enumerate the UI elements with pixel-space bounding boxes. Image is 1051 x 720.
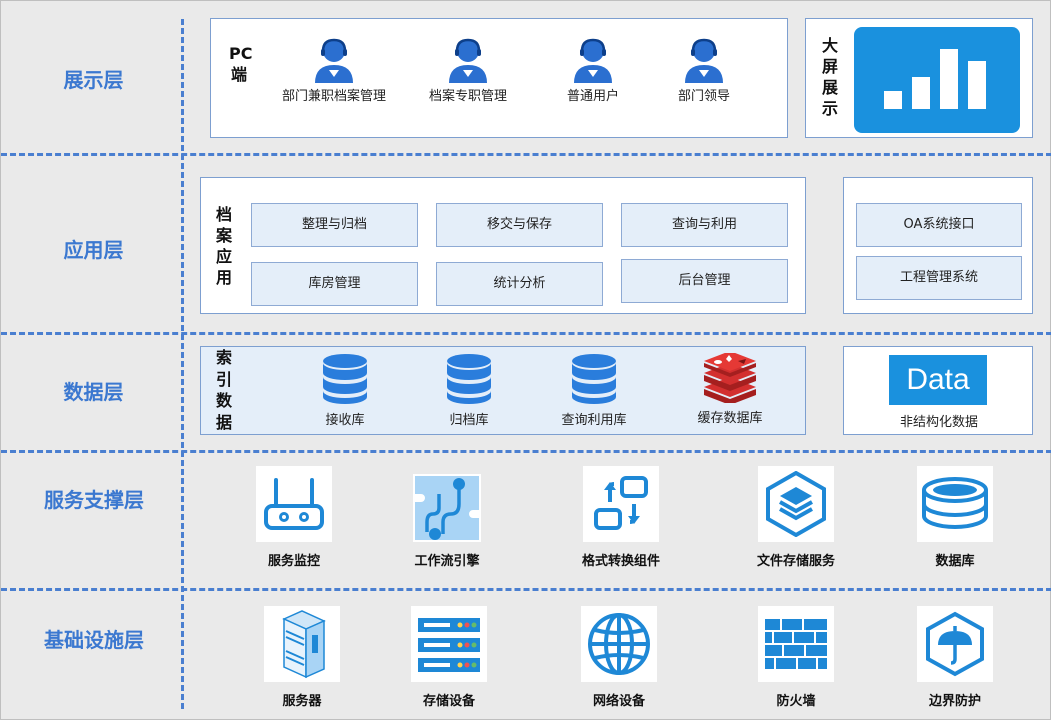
user-icon xyxy=(685,38,723,83)
architecture-diagram: 展示层 应用层 数据层 服务支撑层 基础设施层 PC端 部门兼职档案管理 档案专… xyxy=(0,0,1051,720)
file-storage-icon xyxy=(766,471,826,537)
convert-icon xyxy=(594,476,648,530)
infra-label: 防火墙 xyxy=(776,694,816,709)
service-label: 文件存储服务 xyxy=(756,554,835,569)
big-screen-label: 大屏展示 xyxy=(821,36,838,118)
database-icon xyxy=(572,354,616,404)
infra-label: 网络设备 xyxy=(592,694,645,709)
layer-label-service: 服务支撑层 xyxy=(44,488,144,512)
module-backend: 后台管理 xyxy=(621,259,788,303)
firewall-icon xyxy=(765,619,827,669)
storage-rack-icon xyxy=(418,618,480,672)
infra-storage: 存储设备 xyxy=(384,606,514,709)
infra-icon-wrap xyxy=(758,606,834,682)
user-icon xyxy=(315,38,353,83)
service-label: 服务监控 xyxy=(267,554,320,569)
infra-icon-wrap xyxy=(917,606,993,682)
module-query-use: 查询与利用 xyxy=(621,203,788,247)
module-transfer-preserve: 移交与保存 xyxy=(436,203,603,247)
user-icon xyxy=(449,38,487,83)
service-icon-wrap xyxy=(583,466,659,542)
big-screen-display xyxy=(854,27,1020,133)
user-full-time-archivist: 档案专职管理 xyxy=(413,37,523,106)
module-storeroom: 库房管理 xyxy=(251,262,418,306)
infra-network: 网络设备 xyxy=(554,606,684,709)
service-format-conversion: 格式转换组件 xyxy=(556,466,686,569)
user-label: 部门兼职档案管理 xyxy=(281,89,386,104)
globe-icon xyxy=(588,613,650,675)
index-data-label: 索引数据 xyxy=(215,348,232,432)
service-workflow-engine: 工作流引擎 xyxy=(382,466,512,569)
module-engineering-system: 工程管理系统 xyxy=(856,256,1022,300)
big-screen-panel: 大屏展示 xyxy=(805,18,1033,138)
archive-app-panel: 档案应用 整理与归档 移交与保存 查询与利用 库房管理 统计分析 后台管理 xyxy=(200,177,806,314)
user-label: 档案专职管理 xyxy=(428,89,507,104)
index-data-panel: 索引数据 接收库 归档库 查询利用库 缓存数据库 xyxy=(200,346,806,435)
database-icon xyxy=(447,354,491,404)
service-file-storage: 文件存储服务 xyxy=(731,466,861,569)
database-icon xyxy=(922,477,988,529)
user-normal: 普通用户 xyxy=(538,37,648,106)
database-icon xyxy=(323,354,367,404)
infra-icon-wrap xyxy=(264,606,340,682)
layer-divider xyxy=(1,332,1051,335)
layer-divider xyxy=(1,153,1051,156)
db-query-use: 查询利用库 xyxy=(534,353,654,428)
service-label: 格式转换组件 xyxy=(581,554,660,569)
layer-label-data: 数据层 xyxy=(63,380,124,404)
infra-icon-wrap xyxy=(411,606,487,682)
service-monitoring: 服务监控 xyxy=(229,466,359,569)
infra-border-protection: 边界防护 xyxy=(890,606,1020,709)
unstructured-data-label: 非结构化数据 xyxy=(899,415,978,430)
user-department-leader: 部门领导 xyxy=(649,37,759,106)
db-archive: 归档库 xyxy=(409,353,529,428)
db-label: 缓存数据库 xyxy=(697,411,763,426)
infra-label: 边界防护 xyxy=(928,694,981,709)
db-label: 接收库 xyxy=(325,413,365,428)
service-icon-wrap xyxy=(256,466,332,542)
layer-label-presentation: 展示层 xyxy=(63,68,124,92)
service-icon-wrap xyxy=(413,474,481,542)
redis-icon xyxy=(704,353,756,403)
workflow-icon xyxy=(413,476,481,540)
bar-chart-icon xyxy=(884,49,986,109)
layer-label-application: 应用层 xyxy=(63,238,124,262)
infra-label: 服务器 xyxy=(282,694,322,709)
service-label: 工作流引擎 xyxy=(414,554,480,569)
service-icon-wrap xyxy=(758,466,834,542)
infra-icon-wrap xyxy=(581,606,657,682)
pc-panel: PC端 部门兼职档案管理 档案专职管理 普通用户 部门领导 xyxy=(210,18,788,138)
layer-divider xyxy=(1,588,1051,591)
unstructured-data-panel: Data 非结构化数据 xyxy=(843,346,1033,435)
archive-app-label: 档案应用 xyxy=(215,205,232,287)
module-statistics: 统计分析 xyxy=(436,262,603,306)
user-label: 普通用户 xyxy=(566,89,619,104)
label-divider xyxy=(181,19,184,709)
service-database: 数据库 xyxy=(890,466,1020,569)
data-logo: Data xyxy=(889,355,987,405)
db-cache: 缓存数据库 xyxy=(670,353,790,426)
module-organize-archive: 整理与归档 xyxy=(251,203,418,247)
infra-label: 存储设备 xyxy=(422,694,475,709)
server-icon xyxy=(282,610,326,679)
interface-panel: OA系统接口 工程管理系统 xyxy=(843,177,1033,314)
user-part-time-archivist: 部门兼职档案管理 xyxy=(279,37,389,106)
service-label: 数据库 xyxy=(935,554,975,569)
pc-label: PC端 xyxy=(229,44,253,84)
db-label: 归档库 xyxy=(449,413,489,428)
shield-umbrella-icon xyxy=(926,611,984,677)
infra-server: 服务器 xyxy=(237,606,367,709)
layer-divider xyxy=(1,450,1051,453)
router-icon xyxy=(264,478,324,530)
user-label: 部门领导 xyxy=(677,89,730,104)
db-receive: 接收库 xyxy=(285,353,405,428)
user-icon xyxy=(574,38,612,83)
db-label: 查询利用库 xyxy=(561,413,627,428)
module-oa-interface: OA系统接口 xyxy=(856,203,1022,247)
service-icon-wrap xyxy=(917,466,993,542)
infra-firewall: 防火墙 xyxy=(731,606,861,709)
layer-label-infrastructure: 基础设施层 xyxy=(44,628,144,652)
